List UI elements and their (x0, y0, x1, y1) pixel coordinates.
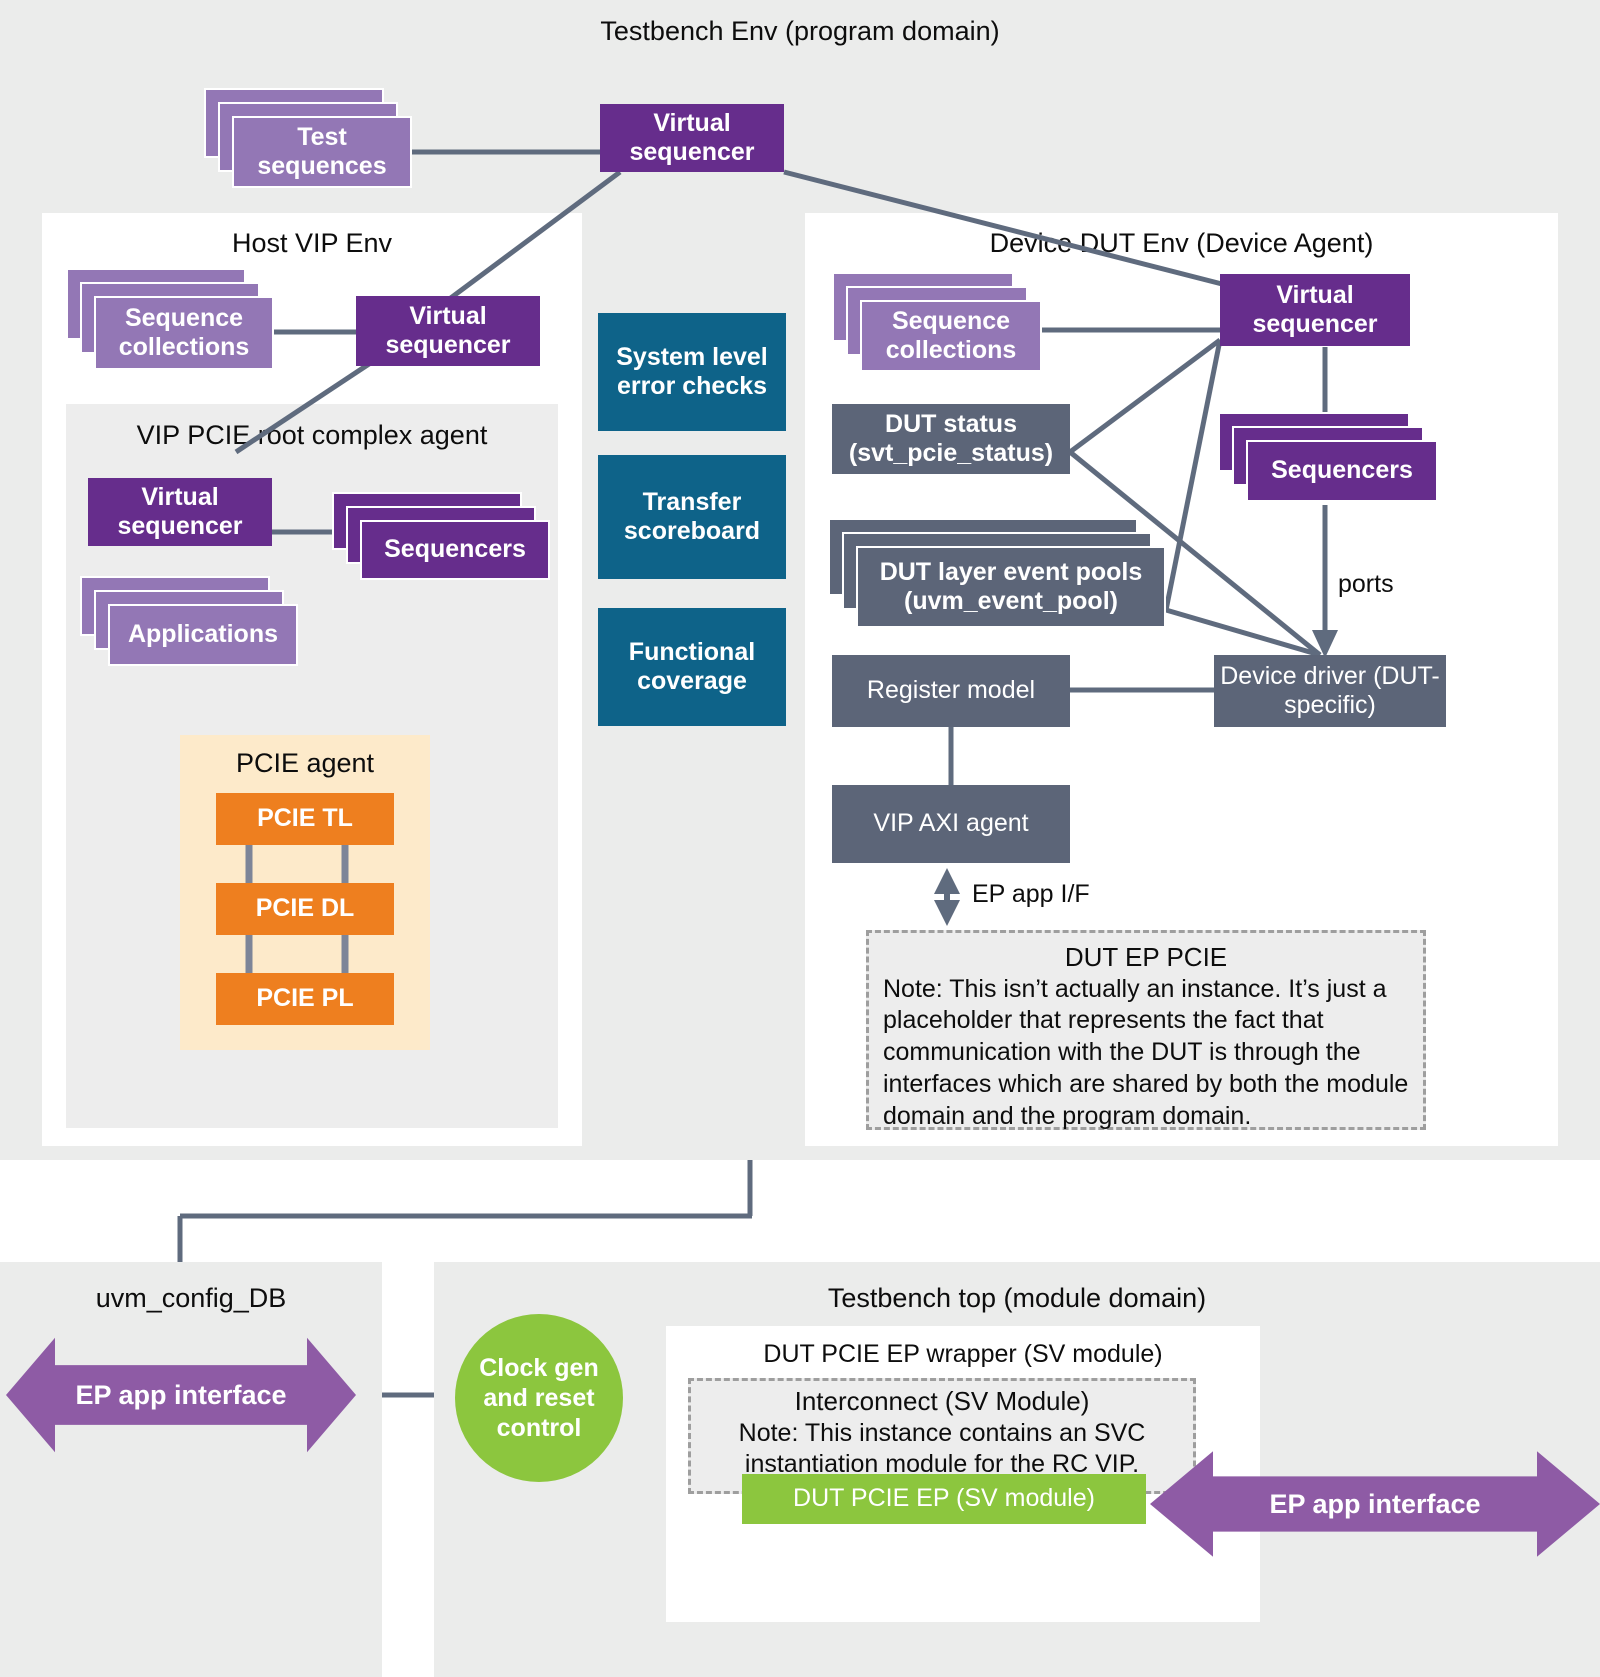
sequence-collections-host-stack: Sequence collections (66, 268, 276, 370)
functional-coverage-node[interactable]: Functional coverage (598, 608, 786, 726)
system-level-error-checks-node[interactable]: System level error checks (598, 313, 786, 431)
diagram-canvas: Testbench Env (program domain) Host VIP … (0, 0, 1600, 1677)
clock-gen-reset-control-label: Clock gen and reset control (479, 1354, 599, 1442)
testbench-top-title: Testbench top (module domain) (827, 1283, 1207, 1313)
uvm-config-db-title-alt: uvm_config_DB (95, 1283, 287, 1313)
sequence-collections-dut-stack: Sequence collections (832, 272, 1044, 372)
vip-axi-agent-node[interactable]: VIP AXI agent (832, 785, 1070, 863)
pcie-agent-title: PCIE agent (235, 748, 375, 778)
device-dut-env-title: Device DUT Env (Device Agent) (989, 228, 1374, 258)
pcie-pl-node[interactable]: PCIE PL (216, 973, 394, 1025)
virtual-sequencer-rc-node[interactable]: Virtual sequencer (88, 478, 272, 546)
ep-app-if-label: EP app I/F (972, 880, 1090, 908)
dut-ep-pcie-note-title: DUT EP PCIE (1064, 942, 1228, 972)
dut-status-node[interactable]: DUT status (svt_pcie_status) (832, 404, 1070, 474)
dut-pcie-ep-wrapper-title: DUT PCIE EP wrapper (SV module) (763, 1340, 1163, 1368)
applications-stack: Applications (80, 576, 300, 674)
vip-pcie-rc-agent-title: VIP PCIE root complex agent (136, 420, 488, 450)
sequencers-dut-stack: Sequencers (1218, 412, 1440, 504)
sequence-collections-host-node[interactable]: Sequence collections (94, 296, 274, 370)
virtual-sequencer-dut-node[interactable]: Virtual sequencer (1220, 274, 1410, 346)
sequencers-dut-node[interactable]: Sequencers (1246, 440, 1438, 502)
device-driver-node[interactable]: Device driver (DUT-specific) (1214, 655, 1446, 727)
virtual-sequencer-top-node[interactable]: Virtual sequencer (600, 104, 784, 172)
register-model-node[interactable]: Register model (832, 655, 1070, 727)
dut-ep-pcie-note: DUT EP PCIE Note: This isn’t actually an… (866, 930, 1426, 1130)
testbench-env-title: Testbench Env (program domain) (600, 16, 1000, 46)
host-vip-env-title: Host VIP Env (231, 228, 393, 258)
sequencers-rc-node[interactable]: Sequencers (360, 520, 550, 580)
ports-label: ports (1338, 570, 1394, 598)
transfer-scoreboard-node[interactable]: Transfer scoreboard (598, 455, 786, 579)
sequencers-rc-stack: Sequencers (332, 492, 552, 580)
dut-layer-event-pools-node[interactable]: DUT layer event pools (uvm_event_pool) (856, 546, 1166, 628)
applications-node[interactable]: Applications (108, 604, 298, 666)
pcie-dl-node[interactable]: PCIE DL (216, 883, 394, 935)
test-sequences-node[interactable]: Test sequences (232, 116, 412, 188)
sequence-collections-dut-node[interactable]: Sequence collections (860, 300, 1042, 372)
virtual-sequencer-host-node[interactable]: Virtual sequencer (356, 296, 540, 366)
dut-ep-pcie-note-body: Note: This isn’t actually an instance. I… (883, 974, 1409, 1130)
interconnect-note-title: Interconnect (SV Module) (794, 1386, 1090, 1416)
clock-gen-reset-control-node[interactable]: Clock gen and reset control (455, 1314, 623, 1482)
dut-layer-event-pools-stack: DUT layer event pools (uvm_event_pool) (828, 518, 1170, 628)
interconnect-note-body: Note: This instance contains an SVC inst… (738, 1418, 1146, 1479)
pcie-tl-node[interactable]: PCIE TL (216, 793, 394, 845)
dut-pcie-ep-node[interactable]: DUT PCIE EP (SV module) (742, 1474, 1146, 1524)
test-sequences-stack: Test sequences (204, 88, 414, 188)
uvm-config-db-panel (0, 1262, 382, 1677)
